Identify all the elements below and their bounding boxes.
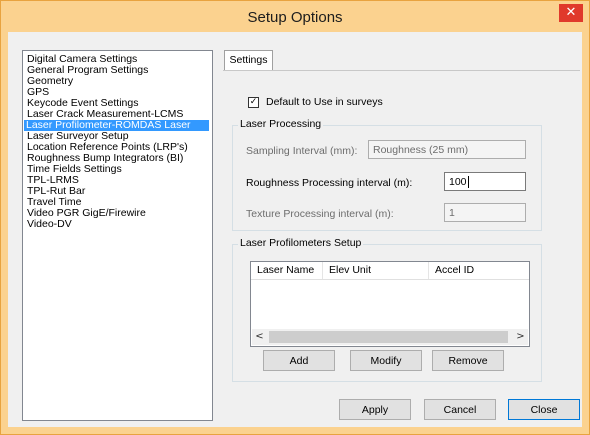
default-use-checkbox[interactable]: ✓ (248, 97, 259, 108)
roughness-interval-label: Roughness Processing interval (m): (246, 177, 413, 189)
laser-profilometers-title: Laser Profilometers Setup (238, 237, 364, 249)
column-laser-name[interactable]: Laser Name (251, 262, 323, 279)
list-header: Laser Name Elev Unit Accel ID (251, 262, 529, 280)
roughness-interval-value: 100 (449, 176, 467, 188)
tab-settings[interactable]: Settings (224, 50, 273, 70)
cancel-button[interactable]: Cancel (424, 399, 496, 420)
remove-button[interactable]: Remove (432, 350, 504, 371)
scroll-left-icon[interactable]: < (252, 329, 267, 345)
texture-interval-field: 1 (444, 203, 526, 222)
text-caret (467, 176, 469, 189)
add-button[interactable]: Add (263, 350, 335, 371)
profilometers-list[interactable]: Laser Name Elev Unit Accel ID < > (250, 261, 530, 347)
column-elev-unit[interactable]: Elev Unit (323, 262, 429, 279)
modify-button[interactable]: Modify (350, 350, 422, 371)
laser-processing-title: Laser Processing (238, 118, 324, 130)
sampling-interval-field: Roughness (25 mm) (368, 140, 526, 159)
window-title: Setup Options (247, 9, 343, 26)
tab-panel-divider (223, 70, 580, 71)
close-button[interactable]: Close (508, 399, 580, 420)
default-use-label: Default to Use in surveys (266, 96, 383, 108)
texture-interval-label: Texture Processing interval (m): (246, 208, 394, 220)
categories-list[interactable]: Digital Camera Settings General Program … (22, 50, 213, 421)
close-window-icon[interactable]: ✕ (559, 4, 583, 22)
apply-button[interactable]: Apply (339, 399, 411, 420)
list-item-video-dv[interactable]: Video-DV (25, 219, 74, 230)
scrollbar-thumb[interactable] (269, 331, 508, 343)
horizontal-scrollbar[interactable]: < > (252, 329, 528, 345)
sampling-interval-label: Sampling Interval (mm): (246, 145, 358, 157)
scroll-right-icon[interactable]: > (513, 329, 528, 345)
roughness-interval-input[interactable]: 100 (444, 172, 526, 191)
title-bar: Setup Options ✕ (1, 1, 589, 31)
column-accel-id[interactable]: Accel ID (429, 262, 529, 279)
